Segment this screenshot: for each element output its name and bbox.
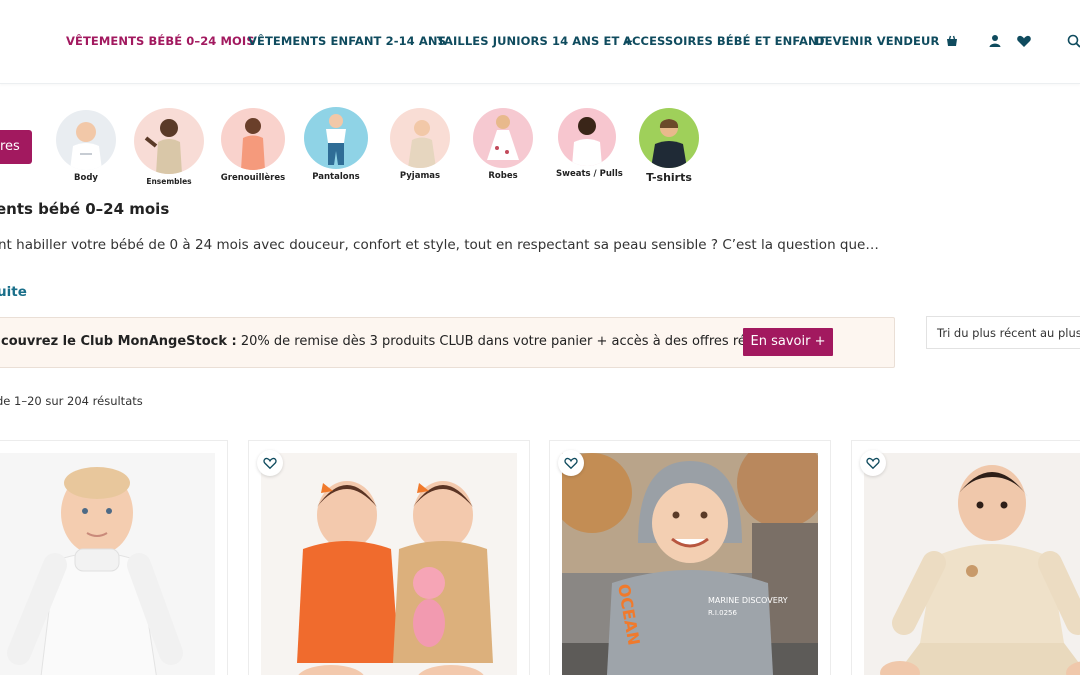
category-image-tshirts xyxy=(639,108,699,168)
cart-icon[interactable] xyxy=(944,33,960,49)
baby-pants-illustration xyxy=(304,107,368,169)
filters-button-label: res xyxy=(0,139,20,154)
sort-select[interactable]: Tri du plus récent au plus an xyxy=(926,316,1080,349)
category-image-grenouilleres xyxy=(221,108,285,170)
category-label: Pantalons xyxy=(312,172,360,182)
hoodie-print-chest: MARINE DISCOVERY xyxy=(708,596,788,605)
baby-pyjama-illustration xyxy=(390,108,450,168)
product-card[interactable] xyxy=(0,440,228,675)
category-image-sweats xyxy=(558,108,616,166)
category-image-pantalons xyxy=(304,107,368,169)
site-header: VÊTEMENTS BÉBÉ 0–24 MOIS VÊTEMENTS ENFAN… xyxy=(0,0,1080,84)
baby-ensemble-illustration xyxy=(134,108,204,174)
product-image[interactable]: MARINE DISCOVERY R.I.0256 OCEAN xyxy=(562,453,818,675)
category-tshirts[interactable]: T-shirts xyxy=(638,108,700,184)
category-robes[interactable]: Robes xyxy=(472,108,534,181)
wishlist-button[interactable] xyxy=(257,450,283,476)
wishlist-button[interactable] xyxy=(860,450,886,476)
baby-sleepsuit-illustration xyxy=(221,108,285,170)
category-body[interactable]: Body xyxy=(55,110,117,183)
category-pantalons[interactable]: Pantalons xyxy=(304,107,368,182)
heart-icon[interactable] xyxy=(1016,33,1032,49)
heart-outline-icon xyxy=(866,457,880,470)
child-sweater-illustration xyxy=(558,108,616,166)
category-label: Grenouillères xyxy=(220,173,286,183)
product-image[interactable] xyxy=(261,453,517,675)
category-grenouilleres[interactable]: Grenouillères xyxy=(220,108,286,183)
filters-button[interactable]: res xyxy=(0,130,32,164)
product-card[interactable] xyxy=(248,440,530,675)
boy-hoodie-illustration: MARINE DISCOVERY R.I.0256 OCEAN xyxy=(562,453,818,675)
category-label: Sweats / Pulls xyxy=(556,169,623,179)
category-image-robes xyxy=(473,108,533,168)
category-label: T-shirts xyxy=(646,171,692,184)
category-ensembles[interactable]: Ensembles xyxy=(133,108,205,186)
hoodie-print-code: R.I.0256 xyxy=(708,609,737,617)
baby-beige-ensemble-illustration xyxy=(864,453,1080,675)
search-icon[interactable] xyxy=(1066,33,1080,49)
user-icon[interactable] xyxy=(987,33,1003,49)
club-banner-text: couvrez le Club MonAngeStock : 20% de re… xyxy=(1,334,806,349)
club-learn-more-button[interactable]: En savoir + xyxy=(743,328,833,356)
club-banner-description: 20% de remise dès 3 produits CLUB dans v… xyxy=(236,334,806,349)
wishlist-button[interactable] xyxy=(558,450,584,476)
category-image-pyjamas xyxy=(390,108,450,168)
nav-item-tailles-juniors[interactable]: TAILLES JUNIORS 14 ANS ET + xyxy=(437,34,633,48)
nav-item-accessoires[interactable]: ACCESSOIRES BÉBÉ ET ENFANT xyxy=(623,34,826,48)
product-card[interactable]: MARINE DISCOVERY R.I.0256 OCEAN xyxy=(549,440,831,675)
baby-body-illustration xyxy=(56,110,116,170)
category-pyjamas[interactable]: Pyjamas xyxy=(389,108,451,181)
club-banner-title: couvrez le Club MonAngeStock : xyxy=(1,334,237,349)
girl-dress-illustration xyxy=(473,108,533,168)
nav-item-vetements-bebe[interactable]: VÊTEMENTS BÉBÉ 0–24 MOIS xyxy=(66,34,255,48)
product-image[interactable] xyxy=(0,453,215,675)
product-image[interactable] xyxy=(864,453,1080,675)
category-label: Pyjamas xyxy=(399,171,441,181)
club-banner: couvrez le Club MonAngeStock : 20% de re… xyxy=(0,317,895,368)
heart-outline-icon xyxy=(564,457,578,470)
category-sweats[interactable]: Sweats / Pulls xyxy=(556,108,623,179)
category-image-body xyxy=(56,110,116,170)
category-image-ensembles xyxy=(134,108,204,174)
nav-item-devenir-vendeur[interactable]: DEVENIR VENDEUR xyxy=(815,34,939,48)
heart-outline-icon xyxy=(263,457,277,470)
baby-turtleneck-illustration xyxy=(0,453,215,675)
product-card[interactable] xyxy=(851,440,1080,675)
page-title: ents bébé 0–24 mois xyxy=(0,200,170,218)
nav-item-vetements-enfant[interactable]: VÊTEMENTS ENFANT 2-14 ANS xyxy=(248,34,446,48)
read-more-link[interactable]: uite xyxy=(0,284,27,300)
category-label: Ensembles xyxy=(146,177,192,186)
category-intro-text: nt habiller votre bébé de 0 à 24 mois av… xyxy=(0,237,879,253)
boy-tshirt-illustration xyxy=(639,108,699,168)
category-label: Body xyxy=(74,173,98,183)
results-count: de 1–20 sur 204 résultats xyxy=(0,394,143,408)
category-label: Robes xyxy=(488,171,518,181)
twin-babies-illustration xyxy=(261,453,517,675)
